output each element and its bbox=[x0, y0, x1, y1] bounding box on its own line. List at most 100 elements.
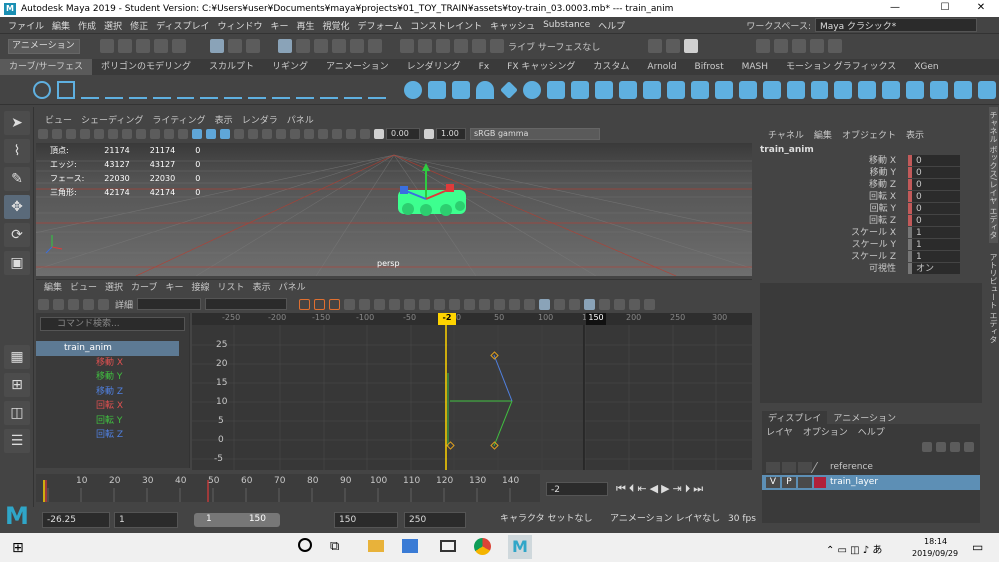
step-forward-key-icon[interactable]: ⇥ bbox=[673, 482, 685, 495]
trax-editor-icon[interactable] bbox=[644, 298, 656, 310]
outliner-item-translate-z[interactable]: 移動 Z bbox=[36, 385, 189, 400]
vp-menu-shading[interactable]: シェーディング bbox=[81, 113, 143, 126]
select-hierarchy-icon[interactable] bbox=[210, 39, 224, 53]
snap-curve-icon[interactable] bbox=[418, 39, 432, 53]
surface-edit-icon[interactable] bbox=[977, 80, 996, 99]
move-layer-up-icon[interactable] bbox=[922, 442, 932, 452]
channel-row[interactable]: スケール X 1 bbox=[768, 227, 988, 239]
layer-row-train-layer[interactable]: V P train_layer bbox=[762, 475, 980, 490]
cb-menu-show[interactable]: 表示 bbox=[906, 128, 924, 141]
stacked-curves-icon[interactable] bbox=[584, 298, 596, 310]
layer-name[interactable]: train_layer bbox=[830, 475, 878, 490]
step-back-key-icon[interactable]: ⇤ bbox=[637, 482, 649, 495]
save-scene-icon[interactable] bbox=[136, 39, 150, 53]
select-curve-icon[interactable] bbox=[314, 39, 328, 53]
stats-field-value[interactable] bbox=[205, 298, 288, 310]
side-by-side-layout-icon[interactable]: ◫ bbox=[4, 401, 30, 425]
region-tool-icon[interactable] bbox=[83, 298, 94, 310]
ep-curve-icon[interactable] bbox=[80, 81, 99, 99]
undo-icon[interactable] bbox=[154, 39, 168, 53]
open-close-icon[interactable] bbox=[858, 80, 877, 99]
single-pane-layout-icon[interactable]: ▦ bbox=[4, 345, 30, 369]
anti-alias-icon[interactable] bbox=[304, 129, 314, 139]
field-chart-icon[interactable] bbox=[150, 129, 160, 139]
auto-tangent-icon[interactable] bbox=[344, 298, 356, 310]
film-gate-icon[interactable] bbox=[108, 129, 118, 139]
offset-curve-icon[interactable] bbox=[296, 81, 315, 99]
menu-set-select[interactable]: アニメーション bbox=[8, 38, 80, 54]
grid-icon[interactable] bbox=[94, 129, 104, 139]
outliner-item-rotate-x[interactable]: 回転 X bbox=[36, 399, 189, 414]
gate-mask-icon[interactable] bbox=[136, 129, 146, 139]
shelf-tab-custom[interactable]: カスタム bbox=[584, 59, 638, 75]
close-button[interactable]: ✕ bbox=[966, 0, 996, 17]
menu-deform[interactable]: デフォーム bbox=[358, 19, 403, 32]
free-weights-icon[interactable] bbox=[494, 298, 506, 310]
select-joint-icon[interactable] bbox=[296, 39, 310, 53]
shadows-icon[interactable] bbox=[262, 129, 272, 139]
ge-menu-list[interactable]: リスト bbox=[218, 280, 245, 293]
mail-icon[interactable] bbox=[440, 540, 456, 552]
channel-row[interactable]: 可視性 オン bbox=[768, 263, 988, 275]
four-pane-layout-icon[interactable]: ⊞ bbox=[4, 373, 30, 397]
depth-of-field-icon[interactable] bbox=[318, 129, 328, 139]
normalize-icon[interactable] bbox=[569, 298, 581, 310]
command-search-input[interactable]: コマンド検索... bbox=[40, 317, 185, 331]
layer-playback-toggle[interactable] bbox=[782, 462, 796, 473]
tray-icons[interactable]: ⌃ ▭ ◫ ♪ あ bbox=[826, 541, 882, 556]
construction-history-icon[interactable] bbox=[490, 39, 504, 53]
layer-tab-display[interactable]: ディスプレイ bbox=[762, 410, 828, 424]
vp-menu-lighting[interactable]: ライティング bbox=[152, 113, 205, 126]
frame-all-icon[interactable] bbox=[299, 298, 311, 310]
shelf-tab-bifrost[interactable]: Bifrost bbox=[686, 59, 733, 75]
unify-tangent-icon[interactable] bbox=[464, 298, 476, 310]
layer-color-swatch[interactable] bbox=[810, 462, 830, 473]
perspective-viewport[interactable]: 頂点: 21174 21174 0 エッジ: 43127 43127 0 フェース: 2203… bbox=[36, 143, 752, 276]
hypershade-icon[interactable] bbox=[774, 39, 789, 53]
shelf-tab-mash[interactable]: MASH bbox=[733, 59, 777, 75]
menu-edit[interactable]: 編集 bbox=[52, 19, 70, 32]
paint-select-icon[interactable]: ✎ bbox=[4, 167, 30, 191]
playback-end-field[interactable]: 150 bbox=[334, 512, 398, 528]
outliner-item-rotate-y[interactable]: 回転 Y bbox=[36, 414, 189, 429]
step-forward-frame-icon[interactable]: ⏵ bbox=[685, 482, 694, 495]
notification-icon[interactable]: ▭ bbox=[972, 540, 983, 554]
shelf-tab-poly[interactable]: ポリゴンのモデリング bbox=[92, 59, 200, 75]
menu-file[interactable]: ファイル bbox=[8, 19, 44, 32]
render-view-icon[interactable] bbox=[648, 39, 663, 53]
curve-edit-icon[interactable] bbox=[367, 81, 386, 99]
resolution-gate-icon[interactable] bbox=[122, 129, 132, 139]
channel-row[interactable]: 回転 X 0 bbox=[768, 191, 988, 203]
lasso-tool-icon[interactable]: ⌇ bbox=[4, 139, 30, 163]
channel-value[interactable]: 0 bbox=[908, 167, 960, 178]
ge-menu-view[interactable]: ビュー bbox=[70, 280, 97, 293]
vp-menu-show[interactable]: 表示 bbox=[215, 113, 233, 126]
linear-tangent-icon[interactable] bbox=[389, 298, 401, 310]
highlight-selection-icon[interactable] bbox=[368, 39, 382, 53]
shelf-tab-curves[interactable]: カーブ/サーフェス bbox=[0, 59, 92, 75]
channel-value[interactable]: 0 bbox=[908, 191, 960, 202]
select-component-icon[interactable] bbox=[246, 39, 260, 53]
cb-menu-object[interactable]: オブジェクト bbox=[842, 128, 896, 141]
bevel-plus-icon[interactable] bbox=[667, 80, 685, 99]
ge-menu-panels[interactable]: パネル bbox=[279, 280, 306, 293]
dope-sheet-icon[interactable] bbox=[629, 298, 641, 310]
cb-menu-channels[interactable]: チャネル bbox=[768, 128, 804, 141]
post-infinity-icon[interactable] bbox=[614, 298, 626, 310]
nurbs-circle-icon[interactable] bbox=[33, 80, 51, 99]
image-plane-icon[interactable] bbox=[80, 129, 90, 139]
arnold-render-icon[interactable] bbox=[810, 39, 825, 53]
spline-tangent-icon[interactable] bbox=[359, 298, 371, 310]
move-key-icon[interactable] bbox=[38, 298, 49, 310]
wireframe-on-shaded-icon[interactable] bbox=[220, 129, 230, 139]
make-live-icon[interactable] bbox=[472, 39, 486, 53]
sculpt-geometry-icon[interactable] bbox=[954, 80, 972, 99]
menu-playback[interactable]: 再生 bbox=[296, 19, 314, 32]
ge-menu-select[interactable]: 選択 bbox=[105, 280, 123, 293]
nurbs-cone-icon[interactable] bbox=[475, 80, 494, 99]
task-view-icon[interactable]: ⧉ bbox=[330, 539, 339, 554]
wireframe-icon[interactable] bbox=[192, 129, 202, 139]
shelf-tab-fx-caching[interactable]: FX キャッシング bbox=[498, 59, 584, 75]
break-tangent-icon[interactable] bbox=[449, 298, 461, 310]
time-slider[interactable]: 10 20 30 40 50 60 70 80 90 100 110 120 1… bbox=[36, 474, 540, 502]
